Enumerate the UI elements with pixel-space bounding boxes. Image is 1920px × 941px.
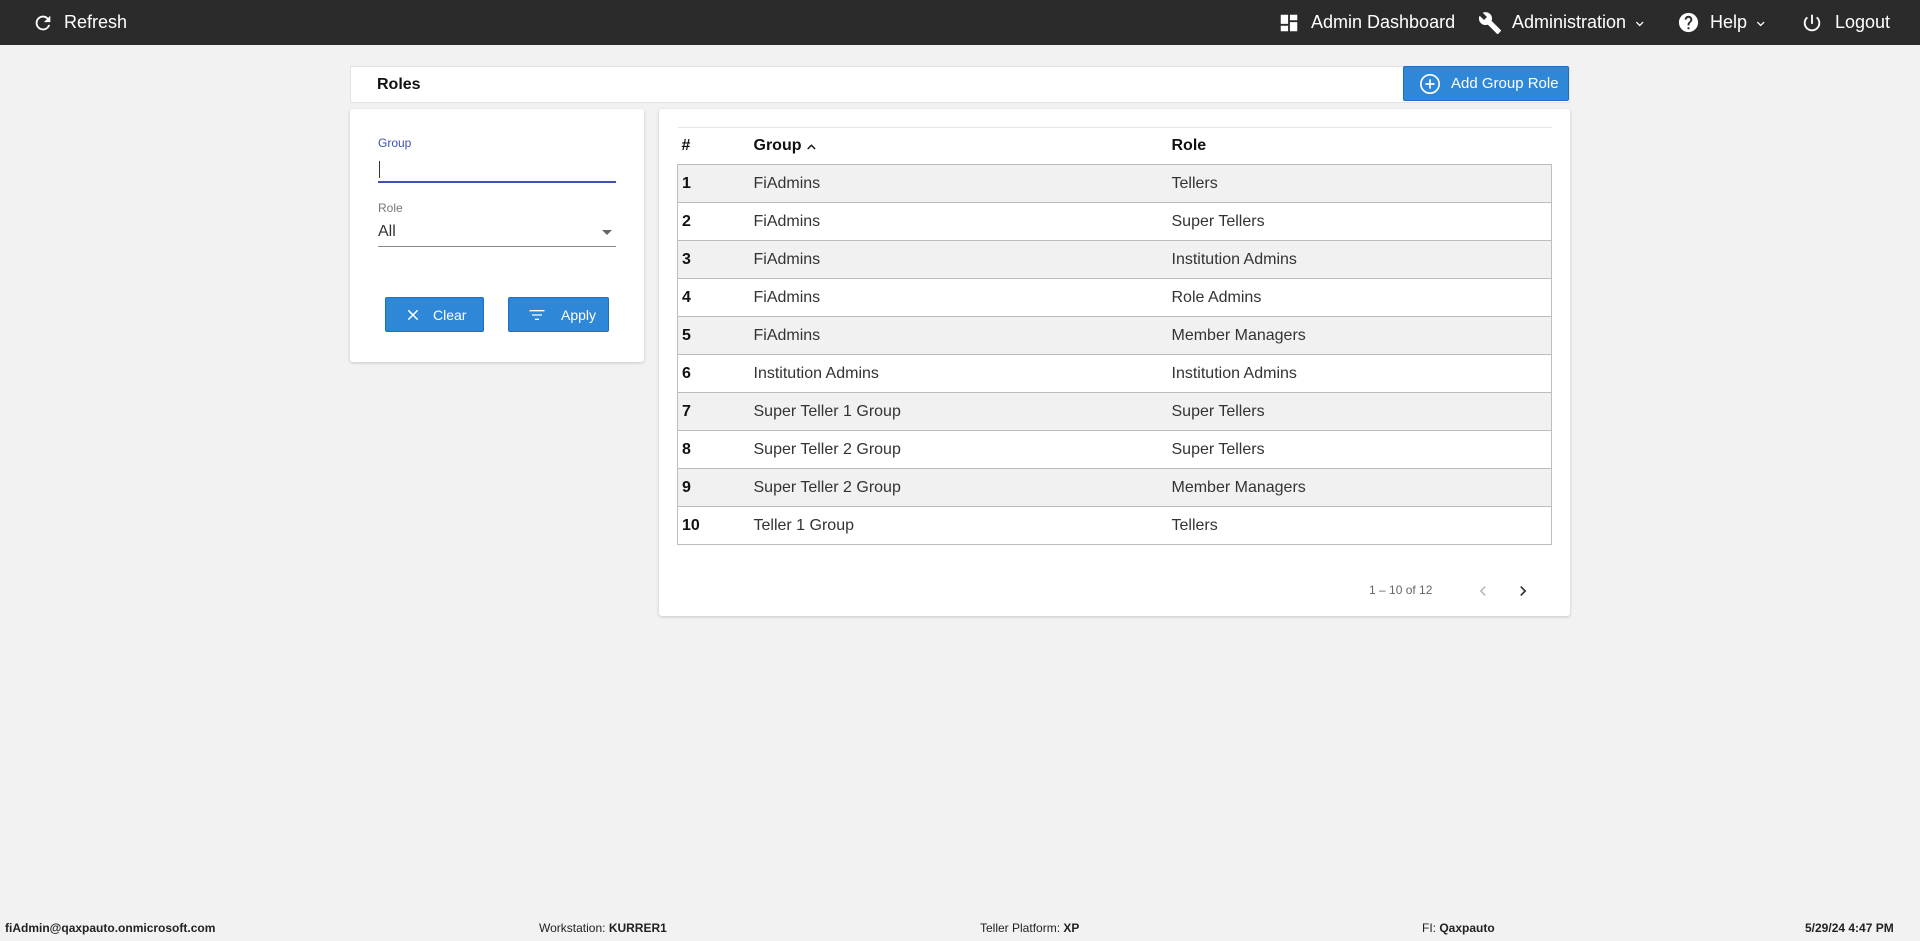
text-cursor <box>379 161 380 178</box>
clear-label: Clear <box>433 306 467 323</box>
cell-number: 1 <box>677 164 754 203</box>
chevron-down-icon <box>1635 21 1644 26</box>
table-row[interactable]: 7 Super Teller 1 Group Super Tellers <box>677 392 1552 431</box>
group-filter-label: Group <box>378 136 412 150</box>
wrench-icon <box>1478 11 1501 34</box>
page-title: Roles <box>377 76 421 93</box>
status-user: fiAdmin@qaxpauto.onmicrosoft.com <box>5 921 216 935</box>
table-row[interactable]: 2 FiAdmins Super Tellers <box>677 202 1552 241</box>
cell-number: 2 <box>677 202 754 241</box>
dashboard-icon <box>1280 14 1298 31</box>
cell-role: Role Admins <box>1171 278 1552 317</box>
chevron-down-icon <box>1756 21 1765 26</box>
apply-button[interactable]: Apply <box>508 297 609 332</box>
refresh-label: Refresh <box>64 12 128 32</box>
cell-number: 5 <box>677 316 754 355</box>
cell-role: Tellers <box>1171 164 1552 203</box>
role-filter-value: All <box>378 223 396 240</box>
role-filter-label: Role <box>378 201 403 215</box>
help-circle-icon <box>1678 12 1699 33</box>
pagination-range: 1 – 10 of 12 <box>1369 583 1433 597</box>
refresh-button[interactable]: Refresh <box>32 0 127 45</box>
help-label: Help <box>1710 12 1748 32</box>
table-row[interactable]: 5 FiAdmins Member Managers <box>677 316 1552 355</box>
chevron-left-icon[interactable] <box>1473 581 1493 601</box>
power-icon <box>1803 14 1821 31</box>
filter-icon <box>529 309 545 320</box>
cell-number: 4 <box>677 278 754 317</box>
help-menu[interactable]: Help <box>1677 0 1767 45</box>
table-header-row: # Group Role <box>677 127 1552 165</box>
cell-group: FiAdmins <box>753 202 1172 241</box>
cell-group: Super Teller 2 Group <box>753 468 1172 507</box>
sort-ascending-icon <box>806 144 816 150</box>
table-row[interactable]: 6 Institution Admins Institution Admins <box>677 354 1552 393</box>
table-row[interactable]: 10 Teller 1 Group Tellers <box>677 506 1552 545</box>
apply-label: Apply <box>561 306 597 323</box>
cell-role: Member Managers <box>1171 468 1552 507</box>
cell-group: FiAdmins <box>753 316 1172 355</box>
table-row[interactable]: 1 FiAdmins Tellers <box>677 164 1552 203</box>
administration-menu[interactable]: Administration <box>1478 0 1646 45</box>
cell-number: 3 <box>677 240 754 279</box>
column-header-group[interactable]: Group <box>753 127 1172 165</box>
table-row[interactable]: 8 Super Teller 2 Group Super Tellers <box>677 430 1552 469</box>
add-group-role-button[interactable]: Add Group Role <box>1403 66 1569 101</box>
add-group-role-label: Add Group Role <box>1451 75 1559 92</box>
dropdown-arrow-icon <box>602 230 612 235</box>
cell-number: 6 <box>677 354 754 393</box>
status-datetime: 5/29/24 4:47 PM <box>1805 921 1894 935</box>
cell-number: 8 <box>677 430 754 469</box>
clear-button[interactable]: Clear <box>385 297 484 332</box>
admin-dashboard-link[interactable]: Admin Dashboard <box>1278 0 1455 45</box>
table-row[interactable]: 4 FiAdmins Role Admins <box>677 278 1552 317</box>
plus-circle-icon <box>1420 73 1440 94</box>
status-teller-platform: Teller Platform: XP <box>980 921 1080 935</box>
column-header-role[interactable]: Role <box>1171 127 1552 165</box>
roles-header-bar: Roles <box>350 66 1570 103</box>
cell-group: Super Teller 2 Group <box>753 430 1172 469</box>
logout-button[interactable]: Logout <box>1801 0 1890 45</box>
table-row[interactable]: 9 Super Teller 2 Group Member Managers <box>677 468 1552 507</box>
roles-table-card: # Group Role 1 FiAdmins Tellers 2 FiAdmins S… <box>659 109 1570 616</box>
status-fi: FI: Qaxpauto <box>1422 921 1495 935</box>
chevron-right-icon[interactable] <box>1513 581 1533 601</box>
column-header-number: # <box>677 127 754 165</box>
group-filter-input[interactable] <box>378 157 616 183</box>
status-bar: fiAdmin@qaxpauto.onmicrosoft.com Worksta… <box>0 914 1920 941</box>
role-filter-select[interactable]: All <box>378 219 616 247</box>
cell-role: Super Tellers <box>1171 202 1552 241</box>
cell-group: FiAdmins <box>753 164 1172 203</box>
cell-group: FiAdmins <box>753 278 1172 317</box>
close-icon <box>407 309 419 320</box>
status-workstation: Workstation: KURRER1 <box>539 921 667 935</box>
cell-group: FiAdmins <box>753 240 1172 279</box>
cell-number: 7 <box>677 392 754 431</box>
refresh-icon <box>35 15 51 30</box>
administration-label: Administration <box>1512 12 1627 32</box>
cell-role: Member Managers <box>1171 316 1552 355</box>
cell-group: Teller 1 Group <box>753 506 1172 545</box>
roles-table: # Group Role 1 FiAdmins Tellers 2 FiAdmins S… <box>677 127 1552 545</box>
logout-label: Logout <box>1835 12 1891 32</box>
pagination: 1 – 10 of 12 <box>659 579 1570 609</box>
table-row[interactable]: 3 FiAdmins Institution Admins <box>677 240 1552 279</box>
admin-dashboard-label: Admin Dashboard <box>1311 12 1456 32</box>
cell-role: Super Tellers <box>1171 430 1552 469</box>
top-nav-bar: Refresh Admin Dashboard Administration H… <box>0 0 1920 45</box>
filter-panel: Group Role All Clear Apply <box>350 109 644 362</box>
cell-number: 10 <box>677 506 754 545</box>
cell-group: Institution Admins <box>753 354 1172 393</box>
cell-group: Super Teller 1 Group <box>753 392 1172 431</box>
cell-role: Tellers <box>1171 506 1552 545</box>
cell-role: Institution Admins <box>1171 354 1552 393</box>
cell-role: Institution Admins <box>1171 240 1552 279</box>
cell-role: Super Tellers <box>1171 392 1552 431</box>
cell-number: 9 <box>677 468 754 507</box>
